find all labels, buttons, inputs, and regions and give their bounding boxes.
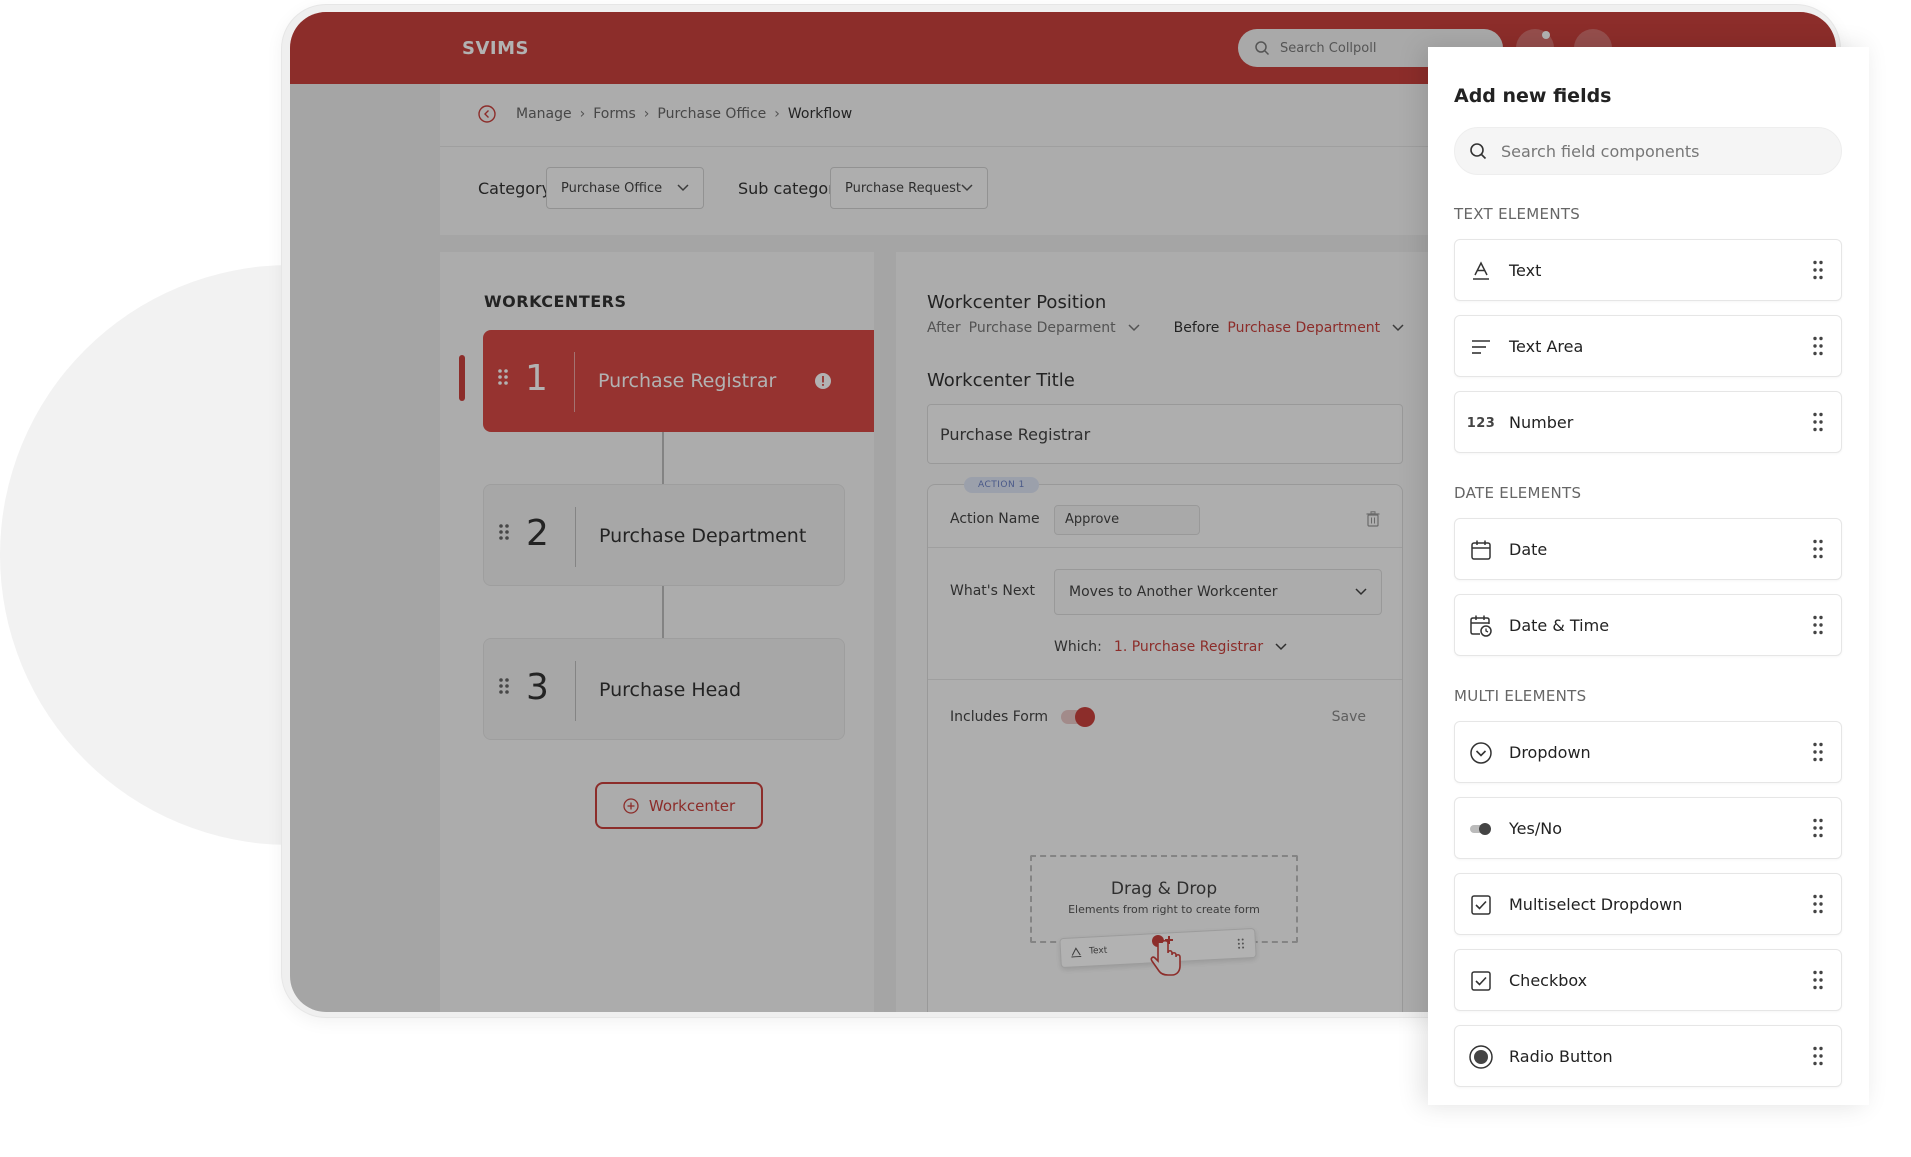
field-item-label: Date & Time	[1509, 616, 1610, 635]
field-item-label: Yes/No	[1509, 819, 1562, 838]
panel-title: Add new fields	[1454, 85, 1612, 107]
field-item-label: Text	[1509, 261, 1542, 280]
drag-handle-icon[interactable]	[1813, 818, 1823, 838]
field-item-radio-button[interactable]: Radio Button	[1454, 1025, 1842, 1087]
field-item-label: Checkbox	[1509, 971, 1588, 990]
field-item-checkbox[interactable]: Checkbox	[1454, 949, 1842, 1011]
calendar-clock-icon	[1469, 614, 1493, 638]
field-item-label: Multiselect Dropdown	[1509, 895, 1683, 914]
field-item-label: Radio Button	[1509, 1047, 1613, 1066]
text-icon	[1469, 259, 1493, 283]
drag-handle-icon[interactable]	[1813, 336, 1823, 356]
field-item-label: Dropdown	[1509, 743, 1591, 762]
field-item-date-time[interactable]: Date & Time	[1454, 594, 1842, 656]
field-item-label: Text Area	[1509, 337, 1584, 356]
calendar-icon	[1469, 538, 1493, 562]
section-date-elements: DATE ELEMENTS	[1454, 484, 1582, 502]
drag-handle-icon[interactable]	[1813, 970, 1823, 990]
drag-handle-icon[interactable]	[1813, 260, 1823, 280]
radio-icon	[1469, 1045, 1493, 1069]
search-icon	[1470, 143, 1487, 160]
field-item-multiselect-dropdown[interactable]: Multiselect Dropdown	[1454, 873, 1842, 935]
field-item-dropdown[interactable]: Dropdown	[1454, 721, 1842, 783]
drag-handle-icon[interactable]	[1813, 412, 1823, 432]
dropdown-icon	[1469, 741, 1493, 765]
checkbox-icon	[1469, 969, 1493, 993]
field-item-label: Number	[1509, 413, 1574, 432]
field-search	[1454, 127, 1842, 175]
field-item-date[interactable]: Date	[1454, 518, 1842, 580]
field-search-input[interactable]	[1499, 140, 1823, 162]
toggle-icon	[1469, 817, 1493, 841]
field-item-text[interactable]: Text	[1454, 239, 1842, 301]
field-item-number[interactable]: 123 Number	[1454, 391, 1842, 453]
add-fields-panel: Add new fields TEXT ELEMENTS Text Text A…	[1428, 47, 1869, 1105]
drag-handle-icon[interactable]	[1813, 1046, 1823, 1066]
section-multi-elements: MULTI ELEMENTS	[1454, 687, 1587, 705]
section-text-elements: TEXT ELEMENTS	[1454, 205, 1581, 223]
drag-handle-icon[interactable]	[1813, 894, 1823, 914]
field-item-text-area[interactable]: Text Area	[1454, 315, 1842, 377]
text-area-icon	[1469, 335, 1493, 359]
drag-handle-icon[interactable]	[1813, 615, 1823, 635]
drag-handle-icon[interactable]	[1813, 742, 1823, 762]
field-item-yes-no[interactable]: Yes/No	[1454, 797, 1842, 859]
field-item-label: Date	[1509, 540, 1548, 559]
checkbox-icon	[1469, 893, 1493, 917]
number-icon: 123	[1466, 415, 1496, 431]
drag-handle-icon[interactable]	[1813, 539, 1823, 559]
